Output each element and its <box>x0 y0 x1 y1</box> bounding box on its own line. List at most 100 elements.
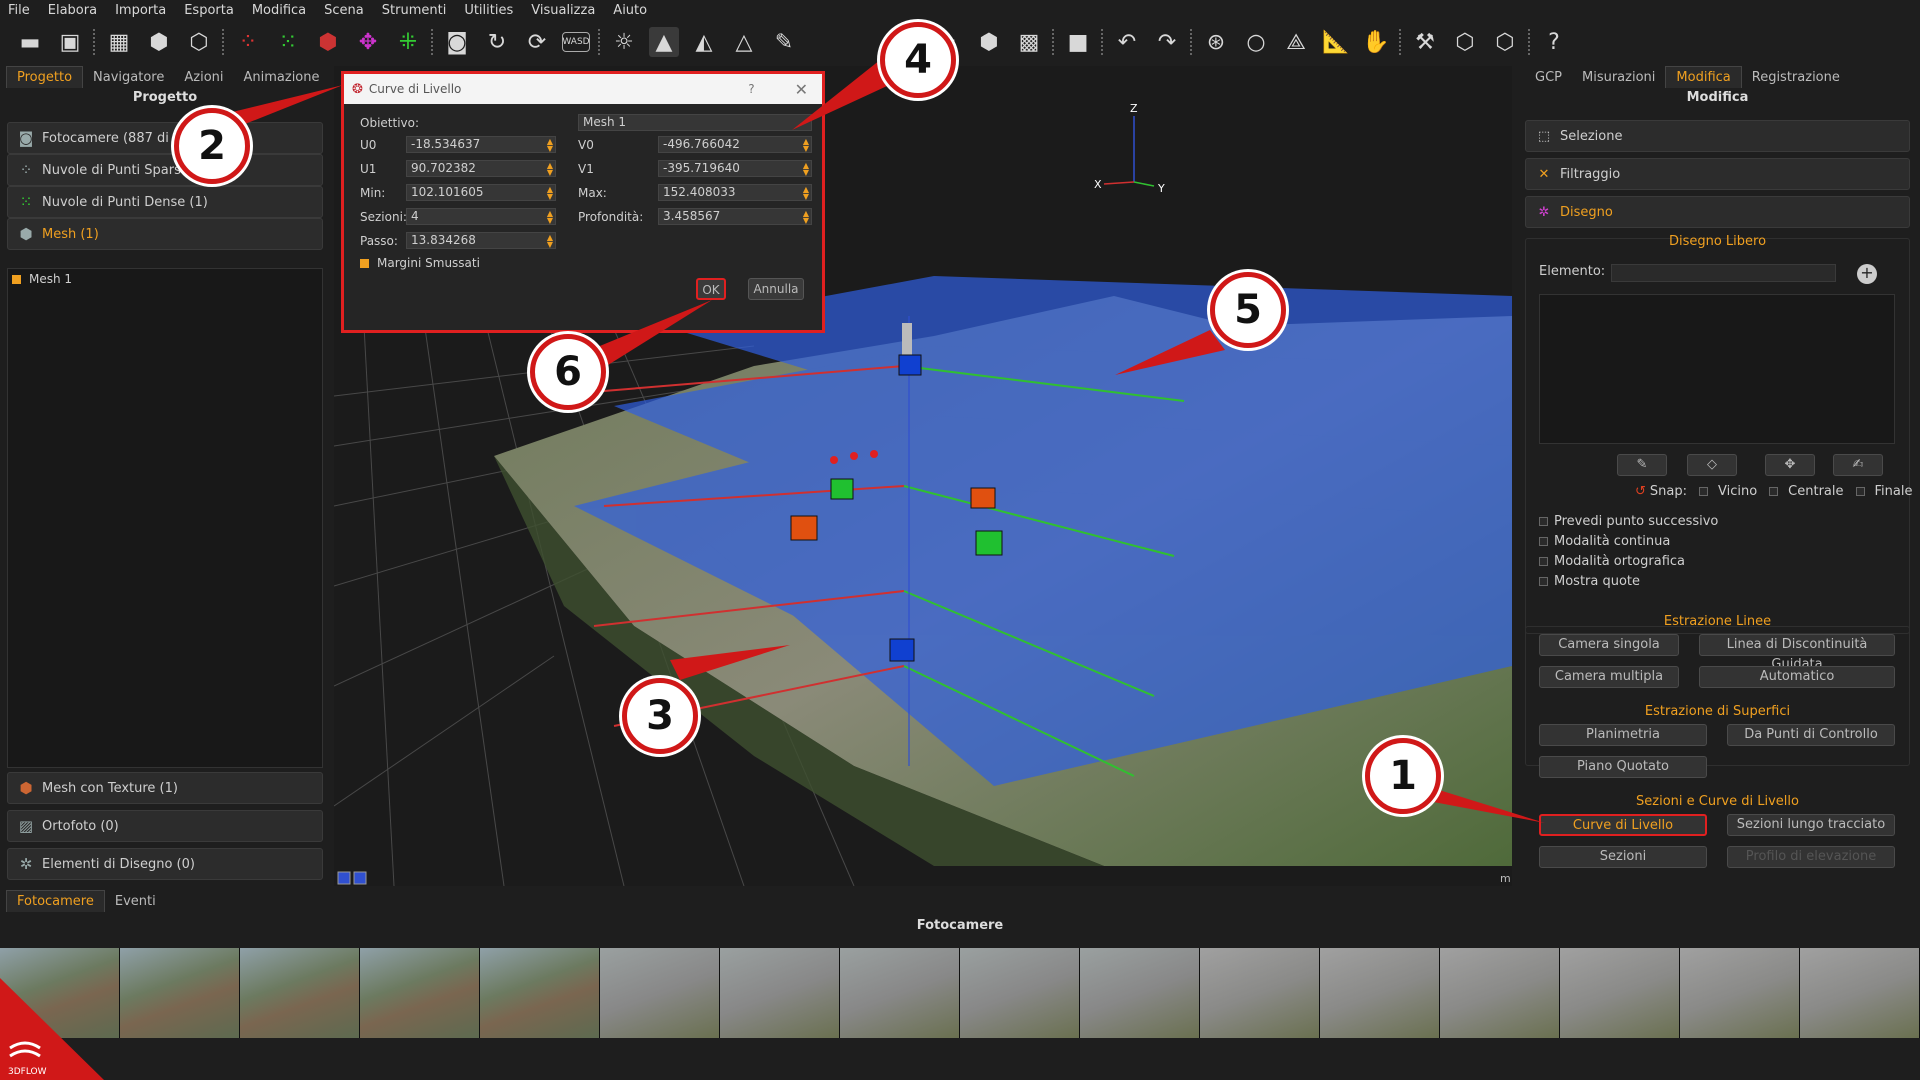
brush-icon[interactable]: ✎ <box>769 27 799 57</box>
checkbox[interactable] <box>1539 577 1548 586</box>
sezioni-lungo-tracciato-button[interactable]: Sezioni lungo tracciato <box>1727 814 1895 836</box>
camera-singola-button[interactable]: Camera singola <box>1539 634 1679 656</box>
spinner-icon[interactable]: ▲ ▼ <box>547 234 553 249</box>
tab-progetto[interactable]: Progetto <box>6 66 84 88</box>
logo-cube-alt-icon[interactable]: ⬡ <box>1490 27 1520 57</box>
section-disegno[interactable]: ✲ Disegno <box>1525 196 1910 228</box>
eraser-icon[interactable]: ◇ <box>1687 454 1737 476</box>
min-field[interactable]: 102.101605 ▲ ▼ <box>406 184 556 201</box>
margini-smussati-checkbox[interactable]: Margini Smussati <box>360 256 480 270</box>
sphere-icon[interactable]: ⬢ <box>974 27 1004 57</box>
u0-field[interactable]: -18.534637 ▲ ▼ <box>406 136 556 153</box>
camera-thumbnail[interactable] <box>240 948 360 1038</box>
undo-icon[interactable]: ↶ <box>1112 27 1142 57</box>
profondita-field[interactable]: 3.458567 ▲ ▼ <box>658 208 812 225</box>
spinner-icon[interactable]: ▲ ▼ <box>803 162 809 177</box>
v0-field[interactable]: -496.766042 ▲ ▼ <box>658 136 812 153</box>
camera-thumbnail[interactable] <box>120 948 240 1038</box>
automatico-button[interactable]: Automatico <box>1699 666 1895 688</box>
grid-select-icon[interactable]: ▦ <box>104 27 134 57</box>
tab-modifica[interactable]: Modifica <box>1665 66 1742 88</box>
camera-thumbnail[interactable] <box>1560 948 1680 1038</box>
save-icon[interactable]: ▣ <box>55 27 85 57</box>
spinner-icon[interactable]: ▲ ▼ <box>547 210 553 225</box>
camera-thumbnail[interactable] <box>1440 948 1560 1038</box>
menu-esporta[interactable]: Esporta <box>184 3 234 18</box>
logo-cube-icon[interactable]: ⬡ <box>1450 27 1480 57</box>
spinner-icon[interactable]: ▲ ▼ <box>547 138 553 153</box>
menu-modifica[interactable]: Modifica <box>252 3 306 18</box>
tab-registrazione[interactable]: Registrazione <box>1742 67 1850 88</box>
profilo-elevazione-button[interactable]: Profilo di elevazione <box>1727 846 1895 868</box>
light-bulb-icon[interactable]: ☼ <box>609 27 639 57</box>
circle-icon[interactable]: ○ <box>1241 27 1271 57</box>
tab-fotocamere[interactable]: Fotocamere <box>6 890 105 912</box>
camera-thumbnail[interactable] <box>840 948 960 1038</box>
item-fotocamere[interactable]: ◙ Fotocamere (887 di <box>7 122 323 154</box>
ruler-icon[interactable]: 📐 <box>1321 27 1351 57</box>
plane-icon[interactable]: ⟁ <box>1281 27 1311 57</box>
close-icon[interactable]: ✕ <box>795 80 808 99</box>
camera-multipla-button[interactable]: Camera multipla <box>1539 666 1679 688</box>
camera-thumbnail[interactable] <box>1680 948 1800 1038</box>
tab-misurazioni[interactable]: Misurazioni <box>1572 67 1665 88</box>
menu-utilities[interactable]: Utilities <box>464 3 513 18</box>
menu-elabora[interactable]: Elabora <box>48 3 97 18</box>
point-cloud-icon[interactable]: ⁜ <box>393 27 423 57</box>
textured-mesh-icon[interactable]: ✥ <box>353 27 383 57</box>
help-icon[interactable]: ? <box>1539 27 1569 57</box>
add-element-icon[interactable]: + <box>1857 264 1877 284</box>
da-punti-controllo-button[interactable]: Da Punti di Controllo <box>1727 724 1895 746</box>
wasd-icon[interactable]: WASD <box>562 32 590 52</box>
item-nuvole-sparse[interactable]: ⁘ Nuvole di Punti Spars <box>7 154 323 186</box>
camera-icon[interactable]: ◙ <box>442 27 472 57</box>
spinner-icon[interactable]: ▲ ▼ <box>547 162 553 177</box>
planimetria-button[interactable]: Planimetria <box>1539 724 1707 746</box>
checkbox[interactable] <box>1539 557 1548 566</box>
view-mode-button-2[interactable] <box>353 871 367 885</box>
tab-navigatore[interactable]: Navigatore <box>83 67 174 88</box>
item-ortofoto[interactable]: ▨ Ortofoto (0) <box>7 810 323 842</box>
curve-di-livello-button[interactable]: Curve di Livello <box>1539 814 1707 836</box>
camera-thumbnail[interactable] <box>1200 948 1320 1038</box>
checkbox-checked[interactable] <box>360 258 369 268</box>
outline-triangle-icon[interactable]: △ <box>729 27 759 57</box>
lasso-icon[interactable]: ⊛ <box>1201 27 1231 57</box>
hand-icon[interactable]: ✋ <box>1361 27 1391 57</box>
elemento-select[interactable] <box>1611 264 1836 282</box>
spinner-icon[interactable]: ▲ ▼ <box>547 186 553 201</box>
camera-thumbnail[interactable] <box>960 948 1080 1038</box>
mesh-icon[interactable]: ⬢ <box>313 27 343 57</box>
checkbox[interactable] <box>1539 517 1548 526</box>
box-icon[interactable]: ▩ <box>1014 27 1044 57</box>
option-quote[interactable]: Mostra quote <box>1539 572 1718 592</box>
obiettivo-select[interactable]: Mesh 1 <box>578 114 812 131</box>
option-ortografica[interactable]: Modalità ortografica <box>1539 552 1718 572</box>
camera-thumbnail[interactable] <box>480 948 600 1038</box>
section-filtraggio[interactable]: ✕ Filtraggio <box>1525 158 1910 190</box>
snap-centrale-checkbox[interactable] <box>1769 487 1779 496</box>
linea-discontinuita-button[interactable]: Linea di Discontinuità Guidata <box>1699 634 1895 672</box>
camera-thumbnail[interactable] <box>1800 948 1920 1038</box>
menu-scena[interactable]: Scena <box>324 3 364 18</box>
u1-field[interactable]: 90.702382 ▲ ▼ <box>406 160 556 177</box>
menu-visualizza[interactable]: Visualizza <box>531 3 595 18</box>
passo-field[interactable]: 13.834268 ▲ ▼ <box>406 232 556 249</box>
option-prevedi[interactable]: Prevedi punto successivo <box>1539 512 1718 532</box>
box-icon[interactable]: ⬡ <box>184 27 214 57</box>
wrench-icon[interactable]: ⚒ <box>1410 27 1440 57</box>
sezioni-field[interactable]: 4 ▲ ▼ <box>406 208 556 225</box>
v1-field[interactable]: -395.719640 ▲ ▼ <box>658 160 812 177</box>
cube-icon[interactable]: ⬢ <box>144 27 174 57</box>
menu-aiuto[interactable]: Aiuto <box>613 3 647 18</box>
elements-list[interactable] <box>1539 294 1895 444</box>
pencil-icon[interactable]: ✎ <box>1617 454 1667 476</box>
tab-azioni[interactable]: Azioni <box>174 67 233 88</box>
piano-quotato-button[interactable]: Piano Quotato <box>1539 756 1707 778</box>
menu-importa[interactable]: Importa <box>115 3 166 18</box>
dense-points-icon[interactable]: ⁙ <box>273 27 303 57</box>
menu-file[interactable]: File <box>8 3 30 18</box>
item-mesh[interactable]: ⬢ Mesh (1) <box>7 218 323 250</box>
snap-finale-checkbox[interactable] <box>1855 487 1865 496</box>
rotate-icon[interactable]: ↻ <box>482 27 512 57</box>
